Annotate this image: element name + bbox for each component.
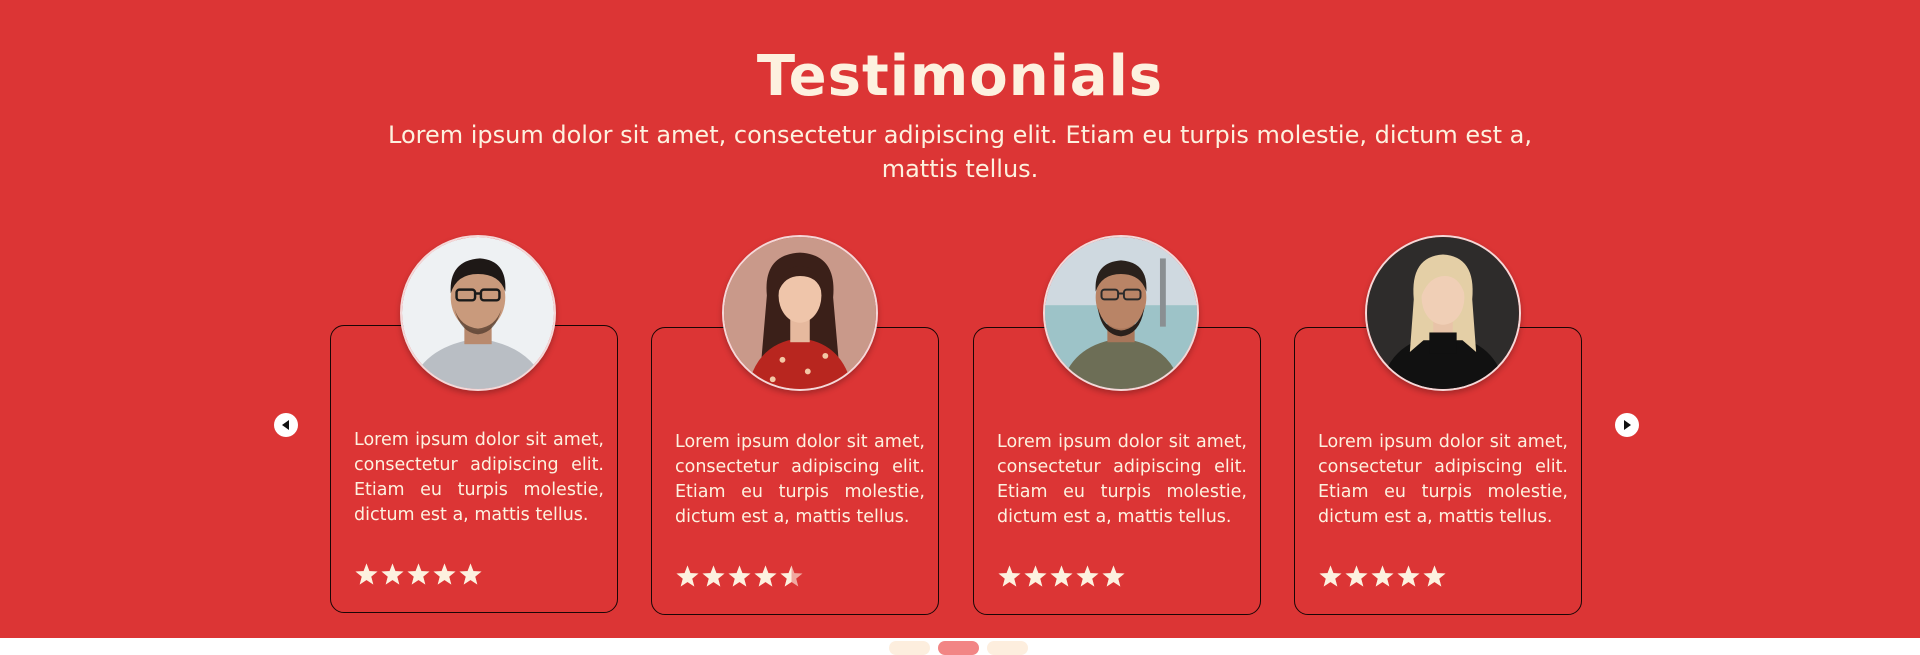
star-full-icon [1075, 564, 1100, 589]
testimonial-text: Lorem ipsum dolor sit amet, consectetur … [997, 432, 1247, 527]
star-rating [354, 562, 483, 594]
star-rating [997, 564, 1126, 596]
caret-right-icon [1624, 420, 1631, 430]
star-full-icon [1318, 564, 1343, 589]
testimonial-text: Lorem ipsum dolor sit amet, consectetur … [354, 430, 604, 525]
star-full-icon [1049, 564, 1074, 589]
avatar [1043, 235, 1199, 391]
carousel-prev-button[interactable] [274, 413, 298, 437]
star-full-icon [354, 562, 379, 587]
testimonials-section: Testimonials Lorem ipsum dolor sit amet,… [0, 0, 1920, 638]
pagination-dot[interactable] [889, 641, 930, 655]
avatar [400, 235, 556, 391]
testimonial-text: Lorem ipsum dolor sit amet, consectetur … [675, 432, 925, 527]
star-full-icon [1023, 564, 1048, 589]
star-half-icon [779, 564, 804, 589]
star-full-icon [1396, 564, 1421, 589]
star-full-icon [701, 564, 726, 589]
star-full-icon [432, 562, 457, 587]
star-rating [675, 564, 804, 596]
star-full-icon [1344, 564, 1369, 589]
star-full-icon [1101, 564, 1126, 589]
pagination-dot[interactable] [987, 641, 1028, 655]
star-full-icon [753, 564, 778, 589]
pagination-dot-active[interactable] [938, 641, 979, 655]
avatar [722, 235, 878, 391]
star-full-icon [727, 564, 752, 589]
avatar [1365, 235, 1521, 391]
star-full-icon [458, 562, 483, 587]
star-full-icon [997, 564, 1022, 589]
star-full-icon [380, 562, 405, 587]
carousel-pagination [889, 641, 1028, 655]
section-title: Testimonials [756, 44, 1164, 109]
testimonial-text: Lorem ipsum dolor sit amet, consectetur … [1318, 432, 1568, 527]
star-full-icon [1422, 564, 1447, 589]
caret-left-icon [282, 420, 289, 430]
star-full-icon [1370, 564, 1395, 589]
star-full-icon [406, 562, 431, 587]
star-rating [1318, 564, 1447, 596]
star-full-icon [675, 564, 700, 589]
carousel-next-button[interactable] [1615, 413, 1639, 437]
section-subtitle: Lorem ipsum dolor sit amet, consectetur … [388, 121, 1532, 183]
